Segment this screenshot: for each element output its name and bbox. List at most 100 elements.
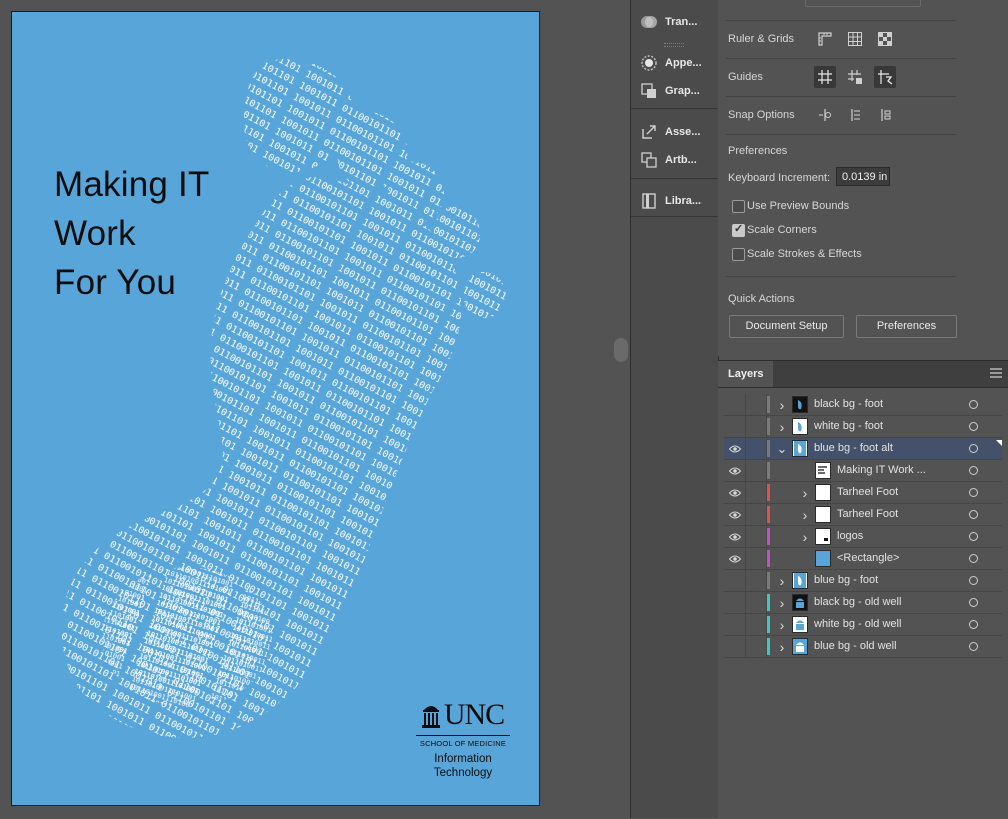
lock-toggle[interactable] bbox=[746, 592, 767, 613]
panel-menu-icon[interactable] bbox=[990, 368, 1002, 378]
selection-indicator[interactable] bbox=[988, 438, 1002, 459]
visibility-toggle[interactable] bbox=[724, 548, 746, 569]
lock-toggle[interactable] bbox=[746, 460, 767, 481]
visibility-toggle[interactable] bbox=[724, 438, 746, 459]
layer-name[interactable]: white bg - old well bbox=[814, 614, 901, 635]
visibility-toggle[interactable] bbox=[724, 394, 746, 415]
panel-group-grip[interactable] bbox=[664, 43, 684, 47]
lock-toggle[interactable] bbox=[746, 570, 767, 591]
snap-to-point-toggle[interactable] bbox=[814, 104, 836, 126]
chevron-right-icon[interactable]: › bbox=[776, 394, 788, 415]
layer-name[interactable]: black bg - foot bbox=[814, 394, 883, 415]
visibility-toggle[interactable] bbox=[724, 614, 746, 635]
chevron-right-icon[interactable]: › bbox=[799, 526, 811, 547]
guides-toggle[interactable] bbox=[814, 66, 836, 88]
target-circle-icon[interactable] bbox=[969, 642, 978, 651]
lock-toggle[interactable] bbox=[746, 482, 767, 503]
properties-top-control[interactable] bbox=[805, 0, 921, 7]
lock-toggle[interactable] bbox=[746, 438, 767, 459]
layer-name[interactable]: black bg - old well bbox=[814, 592, 901, 613]
layer-name[interactable]: Tarheel Foot bbox=[837, 504, 898, 525]
target-circle-icon[interactable] bbox=[969, 510, 978, 519]
snap-to-pixel-toggle[interactable] bbox=[874, 104, 896, 126]
snap-to-grid-toggle[interactable] bbox=[844, 104, 866, 126]
scale-corners-checkbox[interactable] bbox=[732, 222, 745, 237]
chevron-right-icon[interactable]: › bbox=[776, 636, 788, 657]
layer-row[interactable]: › Tarheel Foot bbox=[724, 504, 1002, 526]
document-canvas[interactable]: 0101101 1001011 0110 1011010011101001 Ma… bbox=[0, 0, 612, 818]
lock-guides-toggle[interactable] bbox=[844, 66, 866, 88]
visibility-toggle[interactable] bbox=[724, 636, 746, 657]
tab-layers[interactable]: Layers bbox=[718, 361, 774, 387]
lock-toggle[interactable] bbox=[746, 504, 767, 525]
layer-row[interactable]: › white bg - old well bbox=[724, 614, 1002, 636]
chevron-right-icon[interactable]: › bbox=[799, 504, 811, 525]
document-setup-button[interactable]: Document Setup bbox=[729, 315, 844, 338]
layer-name[interactable]: Tarheel Foot bbox=[837, 482, 898, 503]
layer-row[interactable]: › logos bbox=[724, 526, 1002, 548]
lock-toggle[interactable] bbox=[746, 416, 767, 437]
visibility-toggle[interactable] bbox=[724, 416, 746, 437]
layer-name[interactable]: <Rectangle> bbox=[837, 548, 899, 569]
layer-row[interactable]: › white bg - foot bbox=[724, 416, 1002, 438]
layer-row[interactable]: <Rectangle> bbox=[724, 548, 1002, 570]
layer-row[interactable]: ⌄ blue bg - foot alt bbox=[724, 438, 1002, 460]
layer-row[interactable]: › blue bg - foot bbox=[724, 570, 1002, 592]
keyboard-increment-field[interactable]: 0.0139 in bbox=[836, 167, 890, 186]
lock-toggle[interactable] bbox=[746, 614, 767, 635]
target-circle-icon[interactable] bbox=[969, 466, 978, 475]
scale-strokes-checkbox[interactable] bbox=[732, 248, 745, 261]
artboard[interactable]: 0101101 1001011 0110 1011010011101001 Ma… bbox=[11, 11, 540, 806]
chevron-right-icon[interactable]: › bbox=[776, 592, 788, 613]
chevron-right-icon[interactable]: › bbox=[776, 614, 788, 635]
panel-graphic-styles[interactable]: Grap... bbox=[639, 79, 700, 103]
target-circle-icon[interactable] bbox=[969, 400, 978, 409]
lock-toggle[interactable] bbox=[746, 526, 767, 547]
visibility-toggle[interactable] bbox=[724, 526, 746, 547]
lock-toggle[interactable] bbox=[746, 394, 767, 415]
target-circle-icon[interactable] bbox=[969, 598, 978, 607]
use-preview-bounds-checkbox[interactable] bbox=[732, 200, 745, 213]
target-circle-icon[interactable] bbox=[969, 444, 978, 453]
visibility-toggle[interactable] bbox=[724, 504, 746, 525]
rulers-toggle[interactable] bbox=[814, 28, 836, 50]
panel-asset-export[interactable]: Asse... bbox=[639, 120, 700, 144]
visibility-toggle[interactable] bbox=[724, 482, 746, 503]
visibility-toggle[interactable] bbox=[724, 570, 746, 591]
transparency-grid-toggle[interactable] bbox=[874, 28, 896, 50]
layer-row[interactable]: Making IT Work ... bbox=[724, 460, 1002, 482]
target-circle-icon[interactable] bbox=[969, 488, 978, 497]
chevron-right-icon[interactable]: › bbox=[776, 570, 788, 591]
target-circle-icon[interactable] bbox=[969, 576, 978, 585]
smart-guides-toggle[interactable] bbox=[874, 66, 896, 88]
chevron-right-icon[interactable]: › bbox=[799, 482, 811, 503]
layer-row[interactable]: › Tarheel Foot bbox=[724, 482, 1002, 504]
visibility-toggle[interactable] bbox=[724, 592, 746, 613]
panel-libraries[interactable]: Libra... bbox=[639, 189, 701, 213]
target-circle-icon[interactable] bbox=[969, 620, 978, 629]
lock-toggle[interactable] bbox=[746, 548, 767, 569]
panel-appearance[interactable]: Appe... bbox=[639, 51, 702, 75]
layer-name[interactable]: blue bg - foot alt bbox=[814, 438, 893, 459]
layer-name[interactable]: blue bg - old well bbox=[814, 636, 897, 657]
layer-row[interactable]: › blue bg - old well bbox=[724, 636, 1002, 658]
layer-color-swatch bbox=[767, 418, 770, 435]
visibility-toggle[interactable] bbox=[724, 460, 746, 481]
lock-toggle[interactable] bbox=[746, 636, 767, 657]
layer-name[interactable]: blue bg - foot bbox=[814, 570, 878, 591]
panel-transparency[interactable]: Tran... bbox=[639, 10, 697, 34]
panel-artboards[interactable]: Artb... bbox=[639, 148, 697, 172]
chevron-right-icon[interactable]: › bbox=[776, 416, 788, 437]
layer-row[interactable]: › black bg - old well bbox=[724, 592, 1002, 614]
target-circle-icon[interactable] bbox=[969, 532, 978, 541]
layer-name[interactable]: Making IT Work ... bbox=[837, 460, 926, 481]
target-circle-icon[interactable] bbox=[969, 554, 978, 563]
panel-splitter-handle[interactable] bbox=[614, 338, 628, 362]
preferences-button[interactable]: Preferences bbox=[856, 315, 957, 338]
layer-name[interactable]: white bg - foot bbox=[814, 416, 883, 437]
grid-toggle[interactable] bbox=[844, 28, 866, 50]
target-circle-icon[interactable] bbox=[969, 422, 978, 431]
layer-name[interactable]: logos bbox=[837, 526, 863, 547]
layer-row[interactable]: › black bg - foot bbox=[724, 394, 1002, 416]
chevron-down-icon[interactable]: ⌄ bbox=[776, 438, 788, 459]
